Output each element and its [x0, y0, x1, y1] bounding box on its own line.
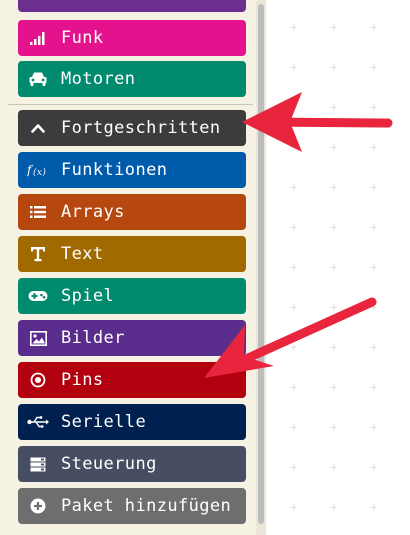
- category-label: Steuerung: [61, 454, 157, 474]
- category-spiel[interactable]: Spiel: [18, 278, 246, 314]
- grid-plus-marker: +: [330, 23, 338, 33]
- grid-plus-marker: +: [370, 63, 378, 73]
- usb-icon: [27, 412, 49, 432]
- gamepad-icon: [27, 286, 49, 306]
- grid-plus-marker: +: [370, 303, 378, 313]
- toolbox-scrollbar-thumb[interactable]: [258, 4, 264, 524]
- category-pins[interactable]: Pins: [18, 362, 246, 398]
- category-motoren[interactable]: Motoren: [18, 61, 246, 97]
- category-label: Funktionen: [61, 160, 168, 180]
- category-label: Fortgeschritten: [61, 118, 221, 138]
- grid-plus-marker: +: [370, 223, 378, 233]
- grid-plus-marker: +: [290, 223, 298, 233]
- category-label: Bilder: [61, 328, 125, 348]
- grid-plus-marker: +: [370, 23, 378, 33]
- grid-plus-marker: +: [370, 503, 378, 513]
- category-label: Spiel: [61, 286, 115, 306]
- category-label: Text: [61, 244, 104, 264]
- category-label: Pins: [61, 370, 104, 390]
- toolbox-divider: [8, 104, 253, 105]
- grid-plus-marker: +: [330, 303, 338, 313]
- grid-plus-marker: +: [370, 103, 378, 113]
- grid-plus-marker: +: [330, 423, 338, 433]
- plus-circle-icon: [27, 496, 49, 516]
- category-steuerung[interactable]: Steuerung: [18, 446, 246, 482]
- grid-plus-marker: +: [290, 63, 298, 73]
- grid-plus-marker: +: [370, 383, 378, 393]
- image-icon: [27, 328, 49, 348]
- grid-plus-marker: +: [330, 263, 338, 273]
- grid-plus-marker: +: [330, 183, 338, 193]
- category-bilder[interactable]: Bilder: [18, 320, 246, 356]
- grid-plus-marker: +: [290, 23, 298, 33]
- control-icon: [27, 454, 49, 474]
- grid-plus-marker: +: [290, 463, 298, 473]
- function-icon: f (x): [27, 160, 49, 180]
- grid-plus-marker: +: [290, 343, 298, 353]
- grid-plus-marker: +: [370, 343, 378, 353]
- list-icon: [27, 202, 49, 222]
- category-paket-hinzufuegen[interactable]: Paket hinzufügen: [18, 488, 246, 524]
- grid-plus-marker: +: [290, 263, 298, 273]
- chevron-up-icon: [27, 118, 49, 138]
- grid-plus-marker: +: [330, 223, 338, 233]
- grid-plus-marker: +: [370, 183, 378, 193]
- target-icon: [27, 370, 49, 390]
- signal-bars-icon: [27, 28, 49, 48]
- category-label: Funk: [61, 28, 104, 48]
- grid-plus-marker: +: [370, 143, 378, 153]
- grid-plus-marker: +: [330, 143, 338, 153]
- grid-plus-marker: +: [290, 143, 298, 153]
- grid-plus-marker: +: [290, 423, 298, 433]
- grid-plus-marker: +: [370, 263, 378, 273]
- grid-plus-marker: +: [290, 183, 298, 193]
- text-icon: [27, 244, 49, 264]
- grid-plus-marker: +: [290, 303, 298, 313]
- grid-plus-marker: +: [370, 463, 378, 473]
- grid-plus-marker: +: [370, 423, 378, 433]
- category-label: Serielle: [61, 412, 147, 432]
- grid-plus-marker: +: [330, 103, 338, 113]
- toolbox: Funk Motoren Fortgeschritten f (x) Funkti…: [0, 0, 256, 535]
- code-workspace[interactable]: + + + + + + + + + + + + + + + + + + + + + + + + + + + + + + + + + + + + + + +: [266, 0, 410, 535]
- category-label: Motoren: [61, 69, 136, 89]
- grid-plus-marker: +: [330, 383, 338, 393]
- grid-plus-marker: +: [330, 63, 338, 73]
- category-label: Paket hinzufügen: [61, 496, 232, 516]
- category-serielle[interactable]: Serielle: [18, 404, 246, 440]
- category-fortgeschritten[interactable]: Fortgeschritten: [18, 110, 246, 146]
- car-icon: [27, 69, 49, 89]
- category-funktionen[interactable]: f (x) Funktionen: [18, 152, 246, 188]
- category-funk[interactable]: Funk: [18, 20, 246, 56]
- grid-plus-marker: +: [290, 103, 298, 113]
- category-text[interactable]: Text: [18, 236, 246, 272]
- category-partial[interactable]: [18, 0, 246, 12]
- grid-plus-marker: +: [330, 463, 338, 473]
- category-arrays[interactable]: Arrays: [18, 194, 246, 230]
- grid-plus-marker: +: [330, 503, 338, 513]
- category-label: Arrays: [61, 202, 125, 222]
- svg-text:(x): (x): [33, 167, 46, 178]
- grid-plus-marker: +: [290, 503, 298, 513]
- grid-plus-marker: +: [330, 343, 338, 353]
- grid-plus-marker: +: [290, 383, 298, 393]
